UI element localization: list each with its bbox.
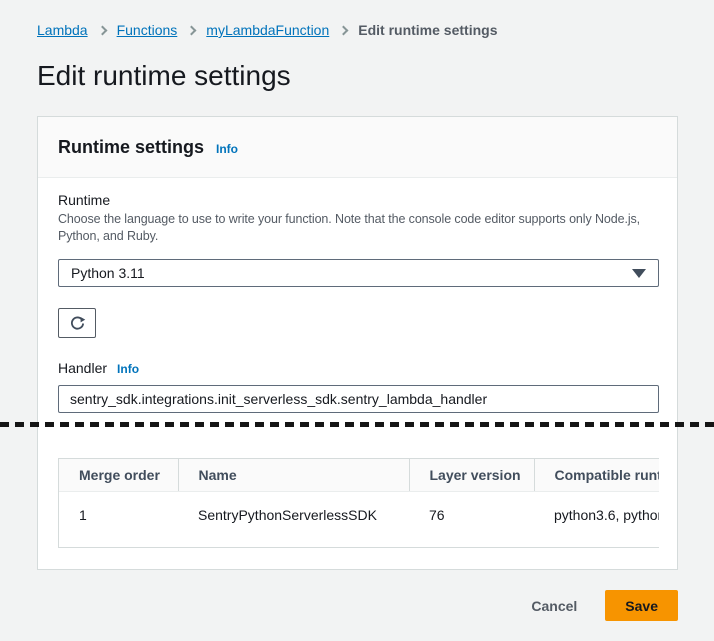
cell-merge-order: 1 (59, 492, 178, 548)
breadcrumb: Lambda Functions myLambdaFunction Edit r… (0, 0, 714, 38)
breadcrumb-link-functions[interactable]: Functions (117, 22, 178, 38)
runtime-description-line1: Choose the language to use to write your… (58, 211, 657, 228)
layers-table-container: Merge order Name Layer version Compatibl… (58, 458, 659, 548)
refresh-icon (69, 315, 86, 332)
column-header-name: Name (178, 459, 409, 492)
handler-label-row: Handler Info (58, 360, 657, 377)
panel-title: Runtime settings (58, 136, 204, 158)
cell-compatible-runtimes: python3.6, python3.7 (534, 492, 659, 548)
panel-info-link[interactable]: Info (216, 142, 238, 156)
handler-info-link[interactable]: Info (117, 362, 139, 376)
edit-runtime-settings-page: Lambda Functions myLambdaFunction Edit r… (0, 0, 714, 641)
breadcrumb-link-lambda[interactable]: Lambda (37, 22, 88, 38)
runtime-settings-panel: Runtime settings Info Runtime Choose the… (37, 116, 678, 570)
page-title: Edit runtime settings (37, 58, 678, 94)
runtime-description-line2: Python, and Ruby. (58, 228, 657, 245)
column-header-compatible-runtimes: Compatible runtimes (534, 459, 659, 492)
form-actions: Cancel Save (0, 590, 678, 621)
layers-table: Merge order Name Layer version Compatibl… (59, 459, 659, 547)
breadcrumb-link-mylambdafunction[interactable]: myLambdaFunction (206, 22, 329, 38)
table-row: 1 SentryPythonServerlessSDK 76 python3.6… (59, 492, 659, 548)
caret-down-icon (632, 269, 646, 278)
cell-layer-version: 76 (409, 492, 534, 548)
runtime-selected-value: Python 3.11 (71, 265, 145, 281)
panel-header: Runtime settings Info (38, 117, 677, 178)
screenshot-truncation-dashed-line (0, 422, 714, 427)
handler-label: Handler (58, 360, 107, 377)
chevron-right-icon (339, 25, 349, 35)
column-header-layer-version: Layer version (409, 459, 534, 492)
cell-name: SentryPythonServerlessSDK (178, 492, 409, 548)
chevron-right-icon (187, 25, 197, 35)
panel-body: Runtime Choose the language to use to wr… (38, 178, 677, 569)
cancel-button[interactable]: Cancel (511, 592, 597, 620)
column-header-merge-order: Merge order (59, 459, 178, 492)
save-button[interactable]: Save (605, 590, 678, 621)
layers-table-header-row: Merge order Name Layer version Compatibl… (59, 459, 659, 492)
refresh-runtimes-button[interactable] (58, 308, 96, 338)
runtime-label: Runtime (58, 192, 657, 209)
runtime-select[interactable]: Python 3.11 (58, 259, 659, 287)
breadcrumb-current: Edit runtime settings (358, 22, 497, 38)
handler-input[interactable] (58, 385, 659, 413)
chevron-right-icon (97, 25, 107, 35)
